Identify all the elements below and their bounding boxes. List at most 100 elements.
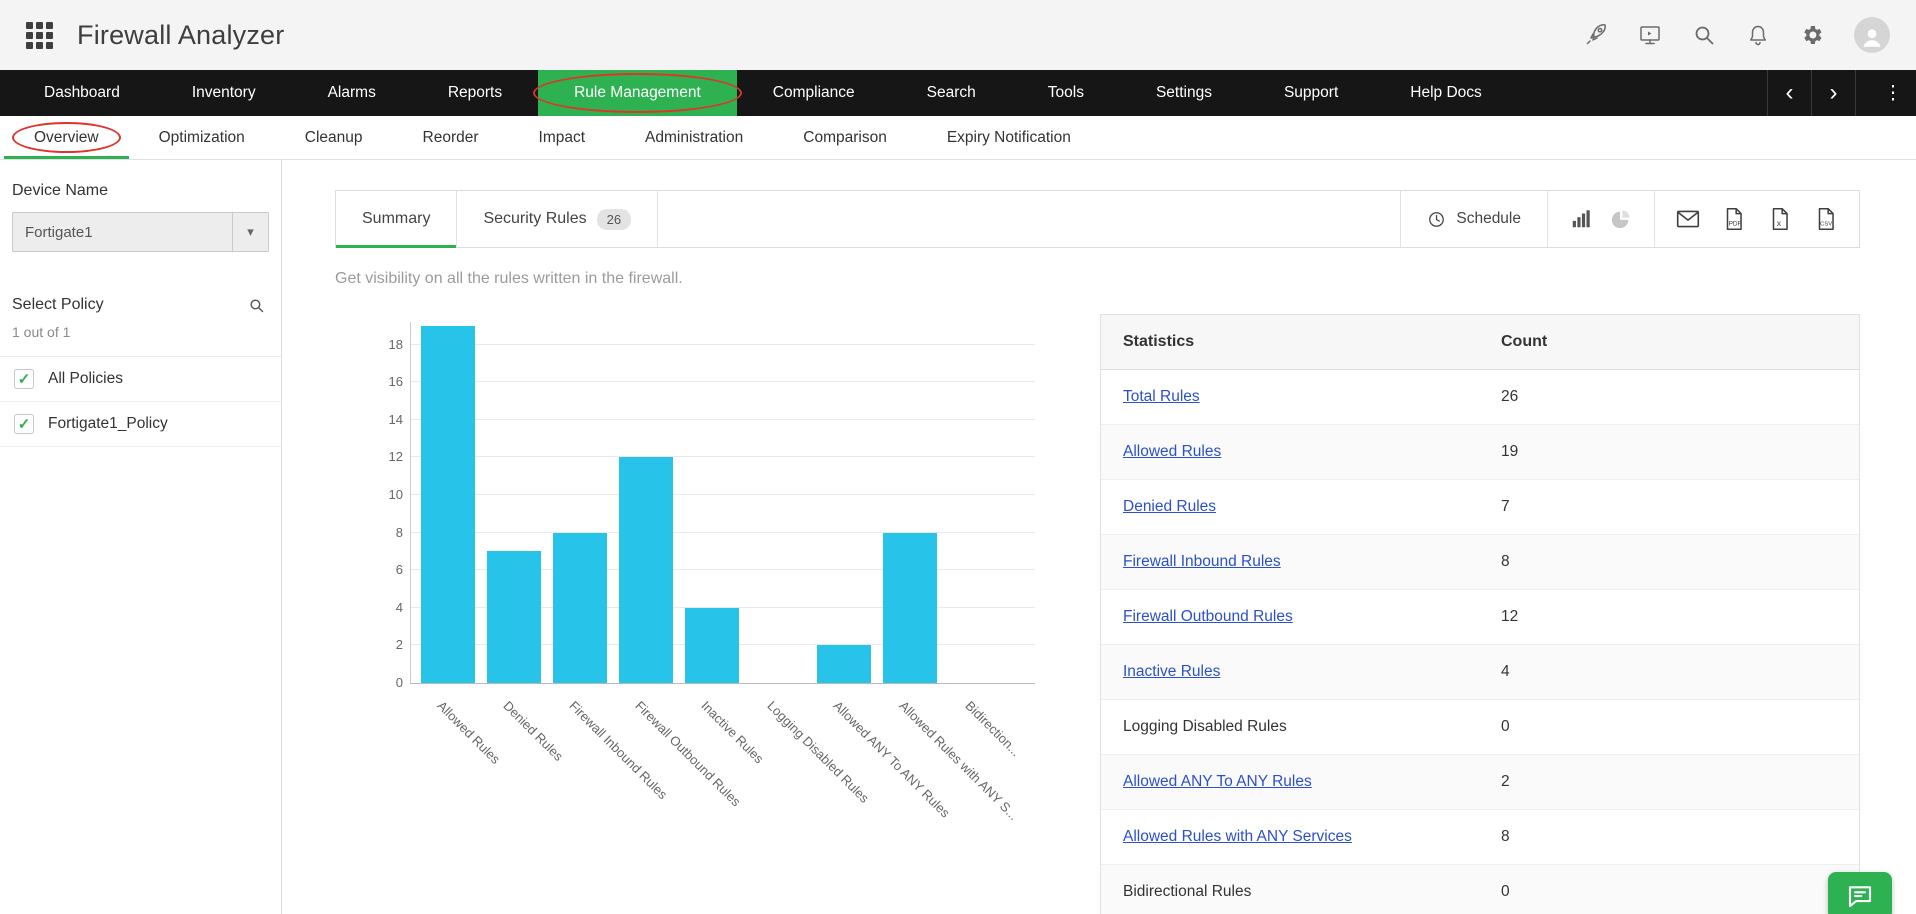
notifications-bell-icon[interactable] bbox=[1746, 23, 1770, 47]
rules-bar-chart: 0 2 4 6 8 10 12 14 16 18 Allowed Rules Denied Rules… bbox=[365, 314, 1065, 874]
nav-item-compliance[interactable]: Compliance bbox=[737, 70, 891, 116]
dropdown-caret-icon[interactable]: ▾ bbox=[232, 213, 268, 251]
select-policy-header: Select Policy bbox=[12, 296, 265, 314]
pdf-export-icon[interactable]: PDF bbox=[1721, 206, 1747, 232]
stats-column-statistics: Statistics bbox=[1123, 333, 1195, 350]
stats-row-total-rules: Total Rules 26 bbox=[1101, 370, 1859, 425]
y-gridline bbox=[411, 381, 1035, 383]
nav-item-alarms[interactable]: Alarms bbox=[292, 70, 412, 116]
nav-scroll-right-button[interactable]: › bbox=[1812, 70, 1856, 116]
stats-count-value: 26 bbox=[1501, 388, 1519, 405]
chart-bar-inactive-rules[interactable] bbox=[685, 607, 739, 683]
report-tabs: Summary Security Rules 26 bbox=[336, 191, 659, 248]
nav-item-dashboard[interactable]: Dashboard bbox=[8, 70, 156, 116]
nav-item-reports[interactable]: Reports bbox=[412, 70, 538, 116]
nav-item-search[interactable]: Search bbox=[891, 70, 1012, 116]
subnav-item-expiry-notification[interactable]: Expiry Notification bbox=[917, 116, 1101, 159]
subnav-item-reorder[interactable]: Reorder bbox=[393, 116, 509, 159]
nav-overflow-menu-icon[interactable]: ⋮ bbox=[1870, 70, 1916, 116]
csv-export-icon[interactable]: CSV bbox=[1813, 206, 1839, 232]
tab-count-badge: 26 bbox=[596, 208, 632, 230]
y-axis-tick-label: 0 bbox=[395, 675, 403, 690]
settings-gear-icon[interactable] bbox=[1800, 23, 1824, 47]
stats-link[interactable]: Allowed ANY To ANY Rules bbox=[1101, 773, 1501, 791]
sidebar: Device Name Fortigate1 ▾ Select Policy 1… bbox=[0, 160, 282, 914]
svg-text:CSV: CSV bbox=[1820, 222, 1832, 228]
stats-row-allowed-any-to-any-rules: Allowed ANY To ANY Rules 2 bbox=[1101, 755, 1859, 810]
statistics-table: Statistics Count Total Rules 26 Allowed Ru… bbox=[1100, 314, 1860, 914]
stats-link[interactable]: Total Rules bbox=[1101, 388, 1501, 406]
select-policy-label: Select Policy bbox=[12, 296, 104, 313]
email-export-icon[interactable] bbox=[1675, 206, 1701, 232]
policy-item-fortigate1-policy[interactable]: ✓ Fortigate1_Policy bbox=[0, 402, 281, 447]
subnav-item-label: Cleanup bbox=[304, 128, 363, 146]
page-description: Get visibility on all the rules written … bbox=[335, 270, 683, 287]
policy-item-all-policies[interactable]: ✓ All Policies bbox=[0, 357, 281, 402]
nav-item-help-docs[interactable]: Help Docs bbox=[1374, 70, 1518, 116]
stats-count-value: 0 bbox=[1501, 718, 1510, 735]
chart-bar-firewall-outbound-rules[interactable] bbox=[619, 457, 673, 683]
user-avatar[interactable] bbox=[1854, 17, 1890, 53]
chart-bar-allowed-rules-with-any-s[interactable] bbox=[883, 532, 937, 683]
stats-count-value: 7 bbox=[1501, 498, 1510, 515]
svg-text:x: x bbox=[1777, 218, 1782, 228]
nav-item-support[interactable]: Support bbox=[1248, 70, 1374, 116]
y-axis-tick-label: 2 bbox=[395, 637, 403, 653]
bar-chart-view-icon[interactable] bbox=[1570, 208, 1592, 230]
stats-link[interactable]: Allowed Rules bbox=[1101, 443, 1501, 461]
subnav-item-cleanup[interactable]: Cleanup bbox=[275, 116, 393, 159]
getting-started-rocket-icon[interactable] bbox=[1584, 23, 1608, 47]
stats-link[interactable]: Allowed Rules with ANY Services bbox=[1101, 828, 1501, 846]
tab-summary[interactable]: Summary bbox=[336, 191, 458, 248]
subnav-item-overview[interactable]: Overview bbox=[4, 116, 129, 159]
stats-link[interactable]: Firewall Outbound Rules bbox=[1101, 608, 1501, 626]
chart-bar-denied-rules[interactable] bbox=[487, 551, 541, 683]
x-axis-category-label: Bidirection... bbox=[962, 698, 1024, 760]
policy-checkbox[interactable]: ✓ bbox=[14, 369, 34, 389]
subnav-item-comparison[interactable]: Comparison bbox=[773, 116, 917, 159]
policy-checkbox[interactable]: ✓ bbox=[14, 414, 34, 434]
app-launcher-icon[interactable] bbox=[26, 21, 53, 49]
nav-item-rule-management[interactable]: Rule Management bbox=[533, 70, 742, 116]
policy-label: Fortigate1_Policy bbox=[48, 415, 168, 432]
stats-row-firewall-outbound-rules: Firewall Outbound Rules 12 bbox=[1101, 590, 1859, 645]
x-axis-category-label: Inactive Rules bbox=[698, 698, 767, 767]
subnav-item-impact[interactable]: Impact bbox=[509, 116, 616, 159]
support-chat-button[interactable] bbox=[1828, 872, 1892, 914]
report-tab-bar: Summary Security Rules 26 Schedule PDF x… bbox=[335, 190, 1860, 248]
nav-scroll-left-button[interactable]: ‹ bbox=[1768, 70, 1812, 116]
nav-item-settings[interactable]: Settings bbox=[1120, 70, 1248, 116]
demo-video-icon[interactable] bbox=[1638, 23, 1662, 47]
firewall-analyzer-app: Firewall Analyzer Dashboard Inventory Al… bbox=[0, 0, 1916, 914]
export-actions: PDF x CSV bbox=[1654, 191, 1859, 247]
chart-bar-firewall-inbound-rules[interactable] bbox=[553, 532, 607, 683]
pie-chart-view-icon[interactable] bbox=[1610, 208, 1632, 230]
tab-security-rules[interactable]: Security Rules 26 bbox=[457, 191, 659, 247]
nav-item-label: Alarms bbox=[327, 84, 376, 101]
chart-bar-allowed-any-to-any-rules[interactable] bbox=[817, 645, 871, 683]
subnav-item-administration[interactable]: Administration bbox=[615, 116, 773, 159]
stats-column-count: Count bbox=[1501, 333, 1548, 350]
stats-link[interactable]: Denied Rules bbox=[1101, 498, 1501, 516]
y-axis-tick-label: 14 bbox=[388, 411, 403, 427]
main-nav-items: Dashboard Inventory Alarms Reports Rule Mana… bbox=[8, 70, 1518, 116]
policy-search-icon[interactable] bbox=[248, 297, 265, 314]
global-search-icon[interactable] bbox=[1692, 23, 1716, 47]
main-content: Summary Security Rules 26 Schedule PDF x… bbox=[282, 160, 1916, 914]
excel-export-icon[interactable]: x bbox=[1767, 206, 1793, 232]
stats-link[interactable]: Inactive Rules bbox=[1101, 663, 1501, 681]
schedule-button[interactable]: Schedule bbox=[1400, 191, 1547, 247]
stats-link[interactable]: Firewall Inbound Rules bbox=[1101, 553, 1501, 571]
plot-area bbox=[410, 322, 1035, 684]
statistics-table-header: Statistics Count bbox=[1101, 315, 1859, 370]
nav-item-tools[interactable]: Tools bbox=[1012, 70, 1120, 116]
stats-count-value: 12 bbox=[1501, 608, 1519, 625]
y-axis-tick-label: 4 bbox=[395, 599, 403, 615]
chart-bar-allowed-rules[interactable] bbox=[421, 325, 475, 683]
subnav-item-label: Reorder bbox=[422, 128, 479, 146]
device-select-dropdown[interactable]: Fortigate1 ▾ bbox=[12, 212, 269, 252]
subnav-item-optimization[interactable]: Optimization bbox=[129, 116, 275, 159]
policy-list: ✓ All Policies ✓ Fortigate1_Policy bbox=[0, 356, 281, 447]
clock-icon bbox=[1427, 210, 1446, 229]
nav-item-inventory[interactable]: Inventory bbox=[156, 70, 292, 116]
